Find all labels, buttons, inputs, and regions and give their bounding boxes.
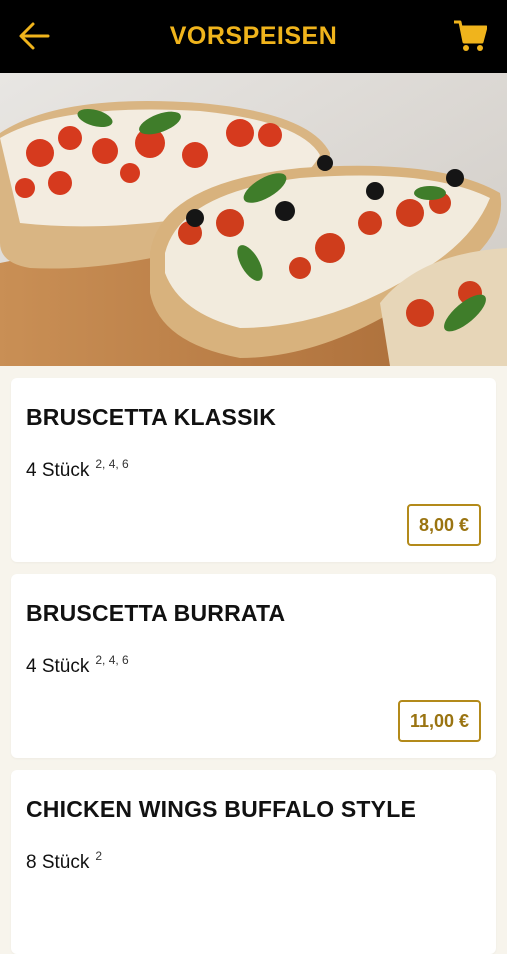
app-header: VORSPEISEN [0, 0, 507, 73]
arrow-left-icon [19, 22, 50, 50]
menu-item-name: BRUSCETTA BURRATA [26, 600, 286, 626]
menu-item-quantity: 4 Stück [26, 656, 90, 677]
menu-list: BRUSCETTA KLASSIK 4 Stück 2, 4, 6 8,00 € … [0, 366, 507, 954]
add-to-cart-price-button[interactable]: 11,00 € [397, 700, 481, 742]
shopping-cart-icon [454, 20, 488, 51]
menu-item-quantity: 8 Stück [26, 852, 90, 873]
menu-item-description: 4 Stück 2, 4, 6 [26, 457, 129, 482]
menu-item-name: BRUSCETTA KLASSIK [26, 404, 277, 430]
menu-item-card[interactable]: BRUSCETTA BURRATA 4 Stück 2, 4, 6 11,00 € [11, 574, 496, 758]
menu-item-quantity: 4 Stück [26, 460, 90, 481]
back-button[interactable] [17, 20, 51, 52]
cart-button[interactable] [453, 18, 488, 54]
menu-item-name: CHICKEN WINGS BUFFALO STYLE [26, 796, 417, 822]
menu-item-allergens: 2, 4, 6 [95, 653, 129, 667]
menu-item-allergens: 2, 4, 6 [95, 457, 129, 471]
menu-item-card[interactable]: CHICKEN WINGS BUFFALO STYLE 8 Stück 2 [11, 770, 496, 954]
menu-item-card[interactable]: BRUSCETTA KLASSIK 4 Stück 2, 4, 6 8,00 € [11, 378, 496, 562]
hero-image [0, 73, 507, 366]
menu-item-description: 4 Stück 2, 4, 6 [26, 653, 129, 678]
add-to-cart-price-button[interactable]: 8,00 € [406, 504, 481, 546]
menu-item-allergens: 2 [95, 849, 103, 863]
menu-item-description: 8 Stück 2 [26, 849, 103, 874]
page-title: VORSPEISEN [169, 22, 338, 50]
